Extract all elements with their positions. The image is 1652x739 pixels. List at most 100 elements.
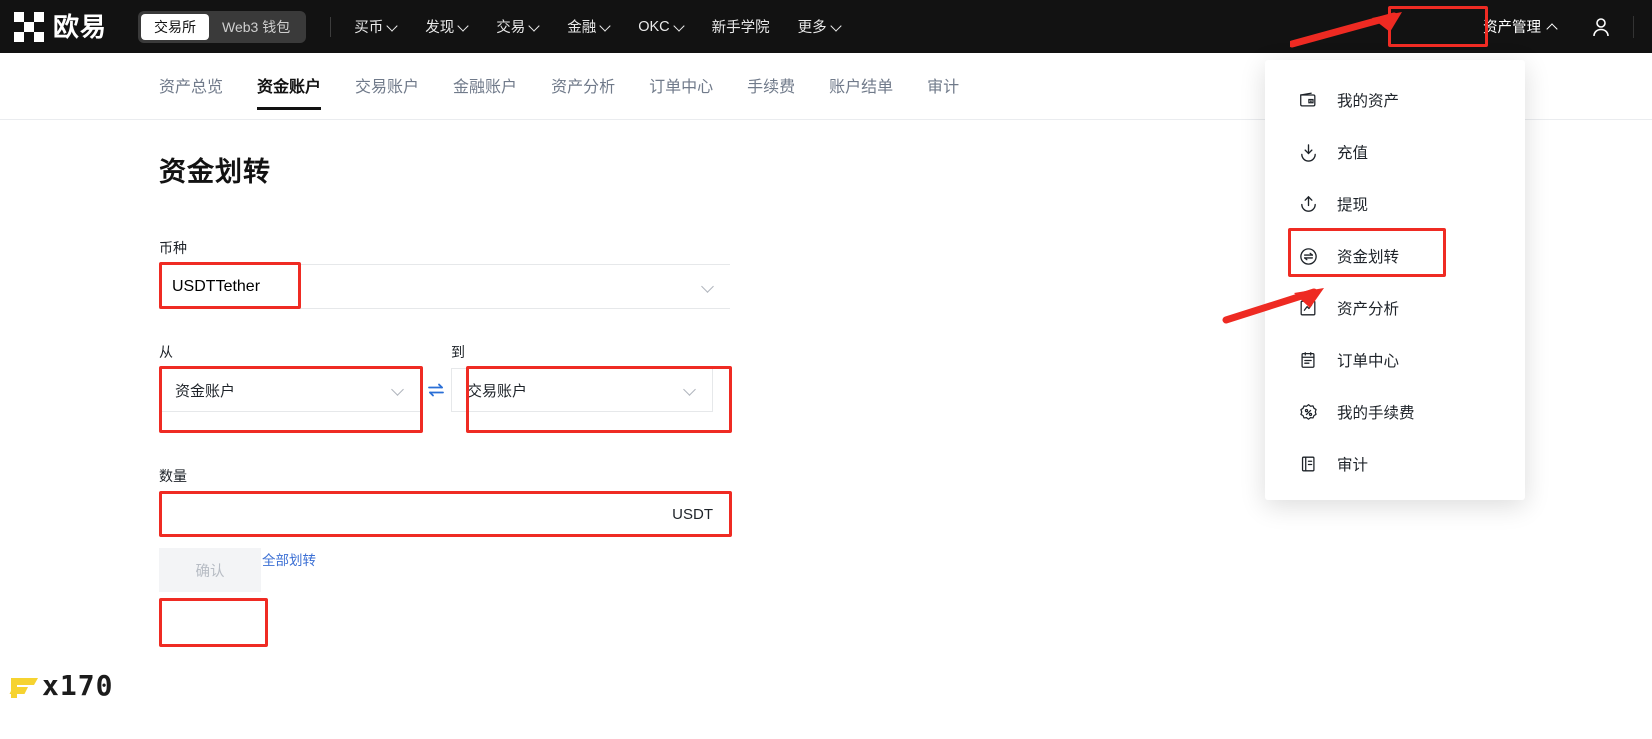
transfer-all-link[interactable]: 全部划转 xyxy=(262,549,316,569)
dropdown-item-label: 订单中心 xyxy=(1337,353,1400,370)
dropdown-item-withdraw[interactable]: 提现 xyxy=(1265,178,1525,230)
tab-financial-account[interactable]: 金融账户 xyxy=(453,53,517,97)
dropdown-item-asset-analysis[interactable]: 资产分析 xyxy=(1265,282,1525,334)
from-account-select[interactable]: 资金账户 xyxy=(159,368,421,412)
tab-trading-account[interactable]: 交易账户 xyxy=(355,53,419,97)
topbar-right-group: 资产管理 xyxy=(1473,10,1634,43)
from-to-group: 从 资金账户 到 交易账户 xyxy=(159,342,713,412)
currency-name: Tether xyxy=(215,277,261,295)
asset-management-dropdown: 我的资产 充值 提现 资金划转 资产分析 订单中心 我的手续费 审计 xyxy=(1265,60,1525,500)
audit-book-icon xyxy=(1297,453,1319,475)
currency-select[interactable]: USDT Tether xyxy=(159,264,730,309)
nav-label: 更多 xyxy=(797,20,827,36)
tab-fees[interactable]: 手续费 xyxy=(747,53,795,97)
segment-web3-wallet[interactable]: Web3 钱包 xyxy=(209,14,303,40)
wallet-icon xyxy=(1297,89,1319,111)
to-account-select[interactable]: 交易账户 xyxy=(451,368,713,412)
clipboard-order-icon xyxy=(1297,349,1319,371)
dropdown-item-label: 充值 xyxy=(1337,145,1369,162)
amount-unit: USDT xyxy=(672,505,713,523)
from-account-value: 资金账户 xyxy=(175,382,236,400)
withdraw-up-arrow-icon xyxy=(1297,193,1319,215)
brand-name: 欧易 xyxy=(53,11,108,42)
page-root: 欧易 交易所 Web3 钱包 买币 发现 交易 金融 OKC 新手学院 更多 资… xyxy=(0,0,1652,739)
transfer-form: 资金划转 币种 USDT Tether 从 资金账户 到 交易账户 数量 USD… xyxy=(159,150,759,592)
amount-input-wrapper: USDT xyxy=(159,492,730,536)
amount-label: 数量 xyxy=(159,468,187,484)
dropdown-item-label: 资产分析 xyxy=(1337,301,1400,318)
dropdown-item-audit[interactable]: 审计 xyxy=(1265,438,1525,490)
page-title: 资金划转 xyxy=(159,157,271,187)
confirm-button[interactable]: 确认 xyxy=(159,548,261,592)
user-avatar-icon[interactable] xyxy=(1589,15,1613,39)
chevron-up-icon xyxy=(1548,22,1557,31)
tab-order-center[interactable]: 订单中心 xyxy=(649,53,713,97)
asset-management-button[interactable]: 资产管理 xyxy=(1473,10,1567,43)
chevron-down-icon xyxy=(459,22,468,31)
dropdown-item-label: 资金划转 xyxy=(1337,249,1400,266)
swap-arrows-icon[interactable] xyxy=(421,368,451,412)
nav-item-finance[interactable]: 金融 xyxy=(567,16,610,37)
transfer-swap-icon xyxy=(1297,245,1319,267)
dropdown-item-label: 审计 xyxy=(1337,457,1369,474)
to-field-group: 到 交易账户 xyxy=(451,342,713,412)
okx-logo-icon xyxy=(14,11,44,42)
nav-label: 金融 xyxy=(567,20,597,36)
nav-label: 买币 xyxy=(354,20,384,36)
nav-label: 发现 xyxy=(425,20,455,36)
chevron-down-icon xyxy=(675,22,684,31)
nav-item-buy-crypto[interactable]: 买币 xyxy=(354,16,397,37)
nav-label: 交易 xyxy=(496,20,526,36)
from-field-group: 从 资金账户 xyxy=(159,342,421,412)
brand-logo[interactable]: 欧易 xyxy=(14,11,108,42)
dropdown-item-label: 我的手续费 xyxy=(1337,405,1415,422)
to-label: 到 xyxy=(451,344,465,360)
main-nav-links: 买币 发现 交易 金融 OKC 新手学院 更多 xyxy=(354,16,868,37)
tab-asset-overview[interactable]: 资产总览 xyxy=(159,53,223,97)
currency-code: USDT xyxy=(172,277,216,295)
dropdown-item-deposit[interactable]: 充值 xyxy=(1265,126,1525,178)
nav-item-discover[interactable]: 发现 xyxy=(425,16,468,37)
watermark: x170 xyxy=(8,668,113,702)
chevron-down-icon xyxy=(530,22,539,31)
annotation-box-confirm xyxy=(159,598,268,647)
asset-management-label: 资产管理 xyxy=(1483,20,1541,36)
deposit-down-arrow-icon xyxy=(1297,141,1319,163)
topbar-divider xyxy=(1633,15,1634,38)
nav-divider xyxy=(330,16,332,37)
watermark-text: x170 xyxy=(42,668,114,702)
from-label: 从 xyxy=(159,344,173,360)
dropdown-item-label: 我的资产 xyxy=(1337,93,1400,110)
chevron-down-icon xyxy=(685,385,696,396)
dropdown-item-my-fees[interactable]: 我的手续费 xyxy=(1265,386,1525,438)
nav-label: 新手学院 xyxy=(711,20,770,36)
to-account-value: 交易账户 xyxy=(467,382,528,400)
chevron-down-icon xyxy=(832,22,841,31)
tab-funding-account[interactable]: 资金账户 xyxy=(257,53,322,110)
chevron-down-icon xyxy=(703,282,714,293)
dropdown-item-label: 提现 xyxy=(1337,197,1369,214)
chevron-down-icon xyxy=(601,22,610,31)
nav-item-academy[interactable]: 新手学院 xyxy=(712,16,770,37)
segment-exchange[interactable]: 交易所 xyxy=(141,13,210,40)
percent-badge-icon xyxy=(1297,401,1319,423)
chevron-down-icon xyxy=(393,385,404,396)
amount-input[interactable] xyxy=(160,493,673,535)
tab-audit[interactable]: 审计 xyxy=(927,53,959,97)
top-navigation-bar: 欧易 交易所 Web3 钱包 买币 发现 交易 金融 OKC 新手学院 更多 资… xyxy=(0,0,1652,53)
nav-label: OKC xyxy=(638,18,670,35)
nav-item-trade[interactable]: 交易 xyxy=(496,16,539,37)
watermark-logo-icon xyxy=(9,678,38,698)
tab-account-statement[interactable]: 账户结单 xyxy=(829,53,893,97)
currency-field-group: 币种 USDT Tether xyxy=(159,238,730,309)
nav-item-more[interactable]: 更多 xyxy=(798,16,841,37)
nav-item-okc[interactable]: OKC xyxy=(638,19,683,35)
currency-label: 币种 xyxy=(159,240,187,256)
dropdown-item-my-assets[interactable]: 我的资产 xyxy=(1265,74,1525,126)
chevron-down-icon xyxy=(388,22,397,31)
product-switch: 交易所 Web3 钱包 xyxy=(138,10,307,43)
tab-asset-analysis[interactable]: 资产分析 xyxy=(551,53,615,97)
dropdown-item-transfer[interactable]: 资金划转 xyxy=(1265,230,1525,282)
analytics-chart-icon xyxy=(1297,297,1319,319)
dropdown-item-order-center[interactable]: 订单中心 xyxy=(1265,334,1525,386)
